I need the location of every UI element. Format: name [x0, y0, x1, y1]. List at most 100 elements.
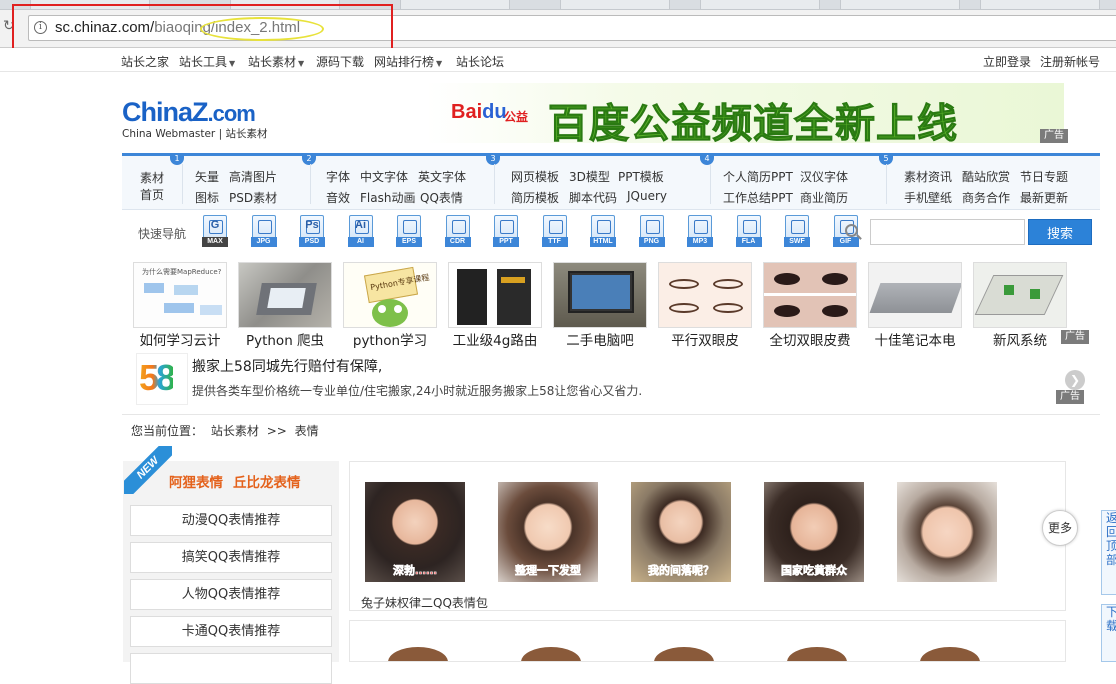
emoji-preview[interactable]: 我的间落呢？: [631, 482, 731, 582]
image-ad-item[interactable]: 为什么需要MapReduce? 如何学习云计: [131, 260, 229, 349]
category-nav: 1 2 3 4 5 素材 首页 矢量 高清图片 图标 PSD素材 字体 中文字体…: [122, 153, 1100, 210]
nav-latest-updates[interactable]: 最新更新: [1020, 189, 1068, 206]
sidebar-item-people[interactable]: 人物QQ表情推荐: [130, 579, 332, 610]
cdr-file-icon[interactable]: CDR: [444, 215, 471, 247]
back-to-top-button[interactable]: 返回顶部: [1101, 510, 1116, 595]
laptop-thumbnail: [868, 262, 962, 328]
fla-file-icon[interactable]: FLA: [735, 215, 762, 247]
nav-resume-templates[interactable]: 简历模板: [511, 189, 559, 206]
more-button[interactable]: 更多: [1042, 510, 1078, 546]
nav-news[interactable]: 素材资讯: [904, 168, 952, 185]
baidu-banner-ad[interactable]: Baidu 公益 百度公益频道全新上线: [426, 83, 1064, 143]
emoji-pack-title[interactable]: 兔子妹权律二QQ表情包: [361, 594, 488, 611]
nav-holiday-topics[interactable]: 节日专题: [1020, 168, 1068, 185]
toplink-tools[interactable]: 站长工具 ▼: [179, 53, 235, 70]
image-ad-item[interactable]: 十佳笔记本电: [866, 260, 964, 349]
toplink-chinaz-home[interactable]: 站长之家: [121, 53, 169, 70]
nav-materials-home-2[interactable]: 首页: [140, 186, 164, 203]
nav-vector[interactable]: 矢量: [195, 168, 219, 185]
58-text-ad[interactable]: 58 搬家上58同城先行赔付有保障, 提供各类车型价格统一专业单位/住宅搬家,2…: [131, 353, 1091, 405]
nav-scripts[interactable]: 脚本代码: [569, 189, 617, 206]
emoji-preview[interactable]: 深勃……: [365, 482, 465, 582]
nav-sound-effects[interactable]: 音效: [326, 189, 350, 206]
emoji-preview[interactable]: 整理一下发型: [498, 482, 598, 582]
nav-chinese-fonts[interactable]: 中文字体: [360, 168, 408, 185]
emoji-preview[interactable]: [388, 647, 448, 661]
breadcrumb-home-link[interactable]: 站长素材: [211, 424, 259, 438]
mp3-file-icon[interactable]: MP3: [687, 215, 713, 247]
sidebar-item-cartoon[interactable]: 卡通QQ表情推荐: [130, 616, 332, 647]
search-input[interactable]: [870, 219, 1025, 245]
eps-file-icon[interactable]: EPS: [396, 215, 422, 247]
nav-business-resume[interactable]: 商业简历: [800, 189, 848, 206]
nav-qq-emoji[interactable]: QQ表情: [420, 189, 463, 206]
nav-english-fonts[interactable]: 英文字体: [418, 168, 466, 185]
png-file-icon[interactable]: PNG: [638, 215, 665, 247]
nav-materials-home-1[interactable]: 素材: [140, 169, 164, 186]
image-ad-item[interactable]: 二手电脑吧: [551, 260, 649, 349]
emoji-preview[interactable]: [654, 647, 714, 661]
download-float-button[interactable]: 下载: [1101, 604, 1116, 662]
emoji-pack-card[interactable]: 深勃…… 整理一下发型 我的间落呢？ 国家吃黄群众 兔子妹权律二QQ表情包: [349, 461, 1066, 611]
nav-web-templates[interactable]: 网页模板: [511, 168, 559, 185]
emoji-preview[interactable]: 国家吃黄群众: [764, 482, 864, 582]
file-type-tag: PSD: [299, 237, 325, 247]
emoji-preview[interactable]: [897, 482, 997, 582]
html-file-icon[interactable]: HTML: [590, 215, 616, 247]
image-ad-item[interactable]: 平行双眼皮: [656, 260, 754, 349]
psd-file-icon[interactable]: Ps PSD: [299, 215, 325, 247]
nav-jquery[interactable]: JQuery: [627, 189, 667, 203]
sidebar-item-more[interactable]: [130, 653, 332, 684]
nav-hanyi-fonts[interactable]: 汉仪字体: [800, 168, 848, 185]
nav-mobile-wallpaper[interactable]: 手机壁纸: [904, 189, 952, 206]
toplink-rankings[interactable]: 网站排行榜 ▼: [374, 53, 442, 70]
nav-ppt-templates[interactable]: PPT模板: [618, 168, 664, 185]
max-file-icon[interactable]: G MAX: [202, 215, 228, 247]
nav-psd[interactable]: PSD素材: [229, 189, 277, 206]
image-ad-item[interactable]: 新风系统: [971, 260, 1069, 349]
nav-cool-sites[interactable]: 酷站欣赏: [962, 168, 1010, 185]
browser-tab[interactable]: [560, 0, 670, 10]
browser-tab[interactable]: [980, 0, 1100, 10]
sidebar-item-funny[interactable]: 搞笑QQ表情推荐: [130, 542, 332, 573]
emoji-caption: 我的间落呢？: [648, 564, 715, 578]
ttf-file-icon[interactable]: TTF: [541, 215, 568, 247]
nav-resume-ppt[interactable]: 个人简历PPT: [723, 168, 793, 185]
browser-tab[interactable]: [700, 0, 820, 10]
emoji-preview[interactable]: [787, 647, 847, 661]
emoji-pack-card[interactable]: [349, 620, 1066, 662]
toplink-forum[interactable]: 站长论坛: [456, 53, 504, 70]
ai-file-icon[interactable]: Ai AI: [347, 215, 374, 247]
swf-file-icon[interactable]: SWF: [784, 215, 810, 247]
nav-work-summary-ppt[interactable]: 工作总结PPT: [723, 189, 793, 206]
file-icon-glyph: Ai: [355, 219, 366, 231]
toplink-source-download[interactable]: 源码下载: [316, 53, 364, 70]
hot-link-qiubilong[interactable]: 丘比龙表情: [233, 475, 301, 491]
nav-fonts[interactable]: 字体: [326, 168, 350, 185]
jpg-file-icon[interactable]: JPG: [250, 215, 277, 247]
nav-business-cooperation[interactable]: 商务合作: [962, 189, 1010, 206]
emoji-preview[interactable]: [521, 647, 581, 661]
nav-flash[interactable]: Flash动画: [360, 189, 415, 206]
image-ad-item[interactable]: 工业级4g路由: [446, 260, 544, 349]
login-link[interactable]: 立即登录: [983, 53, 1031, 70]
image-ad-item[interactable]: Python 爬虫: [236, 260, 334, 349]
site-logo[interactable]: ChinaZ.com China Webmaster | 站长素材: [122, 97, 267, 141]
nav-3d-models[interactable]: 3D模型: [569, 168, 610, 185]
browser-tab[interactable]: [840, 0, 960, 10]
sidebar-item-anime[interactable]: 动漫QQ表情推荐: [130, 505, 332, 536]
file-type-tag: PNG: [638, 237, 665, 247]
ppt-file-icon[interactable]: PPT: [493, 215, 519, 247]
chevron-right-icon[interactable]: ❯: [1065, 370, 1085, 390]
nav-hd-images[interactable]: 高清图片: [229, 168, 277, 185]
nav-icons[interactable]: 图标: [195, 189, 219, 206]
emoji-preview[interactable]: [920, 647, 980, 661]
browser-tab[interactable]: [400, 0, 510, 10]
search-button[interactable]: 搜索: [1028, 219, 1092, 245]
hot-link-ali[interactable]: 阿狸表情: [169, 475, 223, 491]
image-ad-item[interactable]: 全切双眼皮费: [761, 260, 859, 349]
toplink-materials[interactable]: 站长素材 ▼: [248, 53, 304, 70]
file-type-tag: CDR: [444, 237, 471, 247]
register-link[interactable]: 注册新帐号: [1040, 53, 1100, 70]
image-ad-item[interactable]: Python专享课程 python学习: [341, 260, 439, 349]
